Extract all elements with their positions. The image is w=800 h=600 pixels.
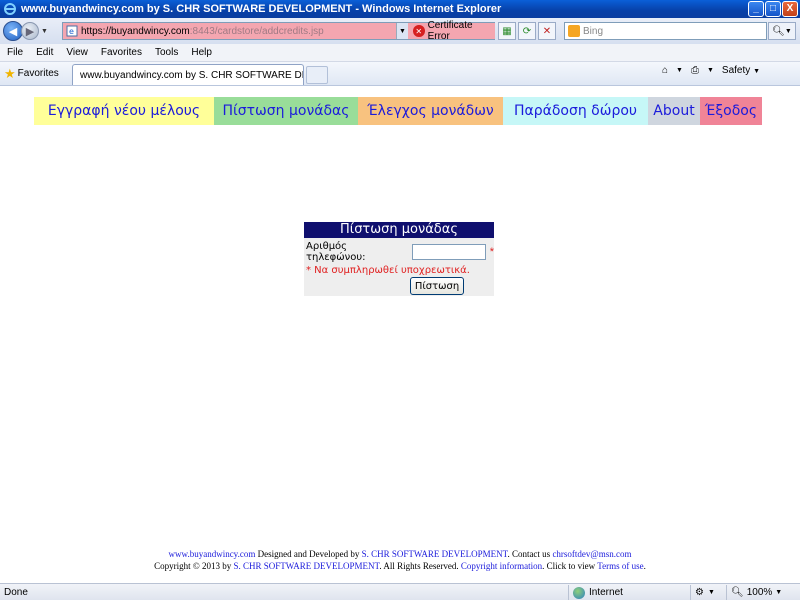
address-bar[interactable]: e https://buyandwincy.com:8443/cardstore… [62,20,495,42]
footer-copyright-text: Copyright © 2013 by [154,561,234,571]
svg-text:e: e [69,27,74,36]
zone-label: Internet [589,587,623,598]
menu-file[interactable]: File [7,47,23,58]
footer-terms-link[interactable]: Terms of use [597,561,643,571]
protected-mode[interactable]: ⚙ ▼ [690,585,715,600]
print-icon[interactable]: ⎙ [691,65,699,76]
search-placeholder: Bing [583,25,604,37]
required-error-message: * Να συμπληρωθεί υποχρεωτικά. [306,265,470,276]
footer: www.buyandwincy.com Designed and Develop… [0,548,800,572]
refresh-icon[interactable]: ⟳ [518,22,536,40]
search-button[interactable]: 🔍︎ ▼ [768,22,796,40]
favorites-button[interactable]: ★ Favorites [4,66,59,82]
search-icon: 🔍︎ [772,25,785,37]
tab-title: www.buyandwincy.com by S. CHR SOFTWARE D… [80,69,303,81]
zoom-level: 100% [746,587,773,598]
print-dropdown-icon[interactable]: ▼ [707,67,714,74]
safety-menu[interactable]: Safety ▼ [722,65,760,76]
address-dropdown-icon[interactable]: ▼ [396,23,408,39]
footer-email-link[interactable]: chrsoftdev@msn.com [552,549,631,559]
favorites-bar: ★ Favorites www.buyandwincy.com by S. CH… [0,62,800,86]
forward-arrow-icon: ▶ [25,25,35,38]
stop-icon[interactable]: ✕ [538,22,556,40]
star-icon: ★ [4,65,16,81]
menu-view[interactable]: View [66,47,88,58]
ie-logo-icon [2,1,18,17]
form-header: Πίστωση μονάδας [304,222,494,238]
phone-label: Αριθμός τηλεφώνου: [306,241,366,263]
menu-help[interactable]: Help [191,47,212,58]
minimize-button[interactable]: _ [748,1,764,17]
back-button[interactable]: ◀ [3,21,23,41]
search-dropdown-icon[interactable]: ▼ [785,28,792,35]
nav-gift-delivery[interactable]: Παράδοση δώρου [503,97,648,125]
address-toolbar: ◀ ▶ ▼ e https://buyandwincy.com:8443/car… [0,18,800,44]
submit-credit-button[interactable]: Πίστωση [410,277,464,295]
menu-favorites[interactable]: Favorites [101,47,142,58]
address-url[interactable]: https://buyandwincy.com:8443/cardstore/a… [81,26,324,37]
nav-about[interactable]: About [648,97,700,125]
main-nav: Εγγραφή νέου μέλους Πίστωση μονάδας Έλεγ… [34,97,762,125]
add-credit-form: Πίστωση μονάδας Αριθμός τηλεφώνου: * * Ν… [304,222,494,296]
menu-edit[interactable]: Edit [36,47,53,58]
footer-designed-text: Designed and Developed by [255,549,362,559]
maximize-button[interactable]: □ [765,1,781,17]
footer-rights-text: . All Rights Reserved. [379,561,461,571]
search-input[interactable]: Bing [564,22,767,40]
footer-contact-text: . Contact us [507,549,553,559]
nav-logout[interactable]: Έξοδος [700,97,762,125]
zoom-icon: 🔍︎ [731,587,744,598]
footer-click-view-text: . Click to view [542,561,598,571]
nav-register-member[interactable]: Εγγραφή νέου μέλους [34,97,214,125]
nav-check-credits[interactable]: Έλεγχος μονάδων [358,97,503,125]
back-arrow-icon: ◀ [8,25,18,38]
url-path: :8443/cardstore/addcredits.jsp [189,25,324,37]
footer-company-link-2[interactable]: S. CHR SOFTWARE DEVELOPMENT [234,561,380,571]
bing-icon [568,25,580,37]
menu-tools[interactable]: Tools [155,47,178,58]
nav-add-credit[interactable]: Πίστωση μονάδας [214,97,358,125]
close-window-button[interactable]: X [782,1,798,17]
zoom-control[interactable]: 🔍︎ 100% ▼ [726,585,782,600]
footer-site-link[interactable]: www.buyandwincy.com [169,549,256,559]
title-bar: www.buyandwincy.com by S. CHR SOFTWARE D… [0,0,800,18]
tab-current[interactable]: www.buyandwincy.com by S. CHR SOFTWARE D… [72,64,304,85]
footer-end-text: . [643,561,646,571]
protected-mode-icon: ⚙ [695,587,704,598]
footer-copyright-info-link[interactable]: Copyright information [461,561,542,571]
certificate-error-button[interactable]: ✕ Certificate Error [409,20,495,42]
forward-button[interactable]: ▶ [21,22,39,40]
url-host: https://buyandwincy.com [81,25,190,37]
status-bar: Done Internet ⚙ ▼ 🔍︎ 100% ▼ [0,583,800,600]
safety-label: Safety [721,65,751,76]
page-icon: e [66,25,78,37]
home-icon[interactable]: ⌂ [662,65,668,76]
compatibility-view-icon[interactable]: ▦ [498,22,516,40]
certificate-error-label: Certificate Error [427,20,473,42]
history-dropdown-icon[interactable]: ▼ [41,28,48,35]
page-content: Εγγραφή νέου μέλους Πίστωση μονάδας Έλεγ… [0,86,800,583]
footer-company-link[interactable]: S. CHR SOFTWARE DEVELOPMENT [362,549,508,559]
zoom-dropdown-icon: ▼ [775,589,783,596]
phone-input[interactable] [411,244,486,260]
required-mark: * [489,246,494,258]
favorites-label: Favorites [17,68,59,79]
menu-bar: File Edit View Favorites Tools Help [0,44,800,62]
window-title: www.buyandwincy.com by S. CHR SOFTWARE D… [21,3,502,15]
globe-icon [573,586,585,599]
protected-dropdown-icon: ▼ [707,589,715,596]
status-text: Done [4,586,28,598]
shield-error-icon: ✕ [413,25,425,37]
home-dropdown-icon[interactable]: ▼ [676,67,683,74]
security-zone[interactable]: Internet [568,585,623,600]
safety-dropdown-icon: ▼ [753,68,760,75]
new-tab-button[interactable] [306,66,328,84]
